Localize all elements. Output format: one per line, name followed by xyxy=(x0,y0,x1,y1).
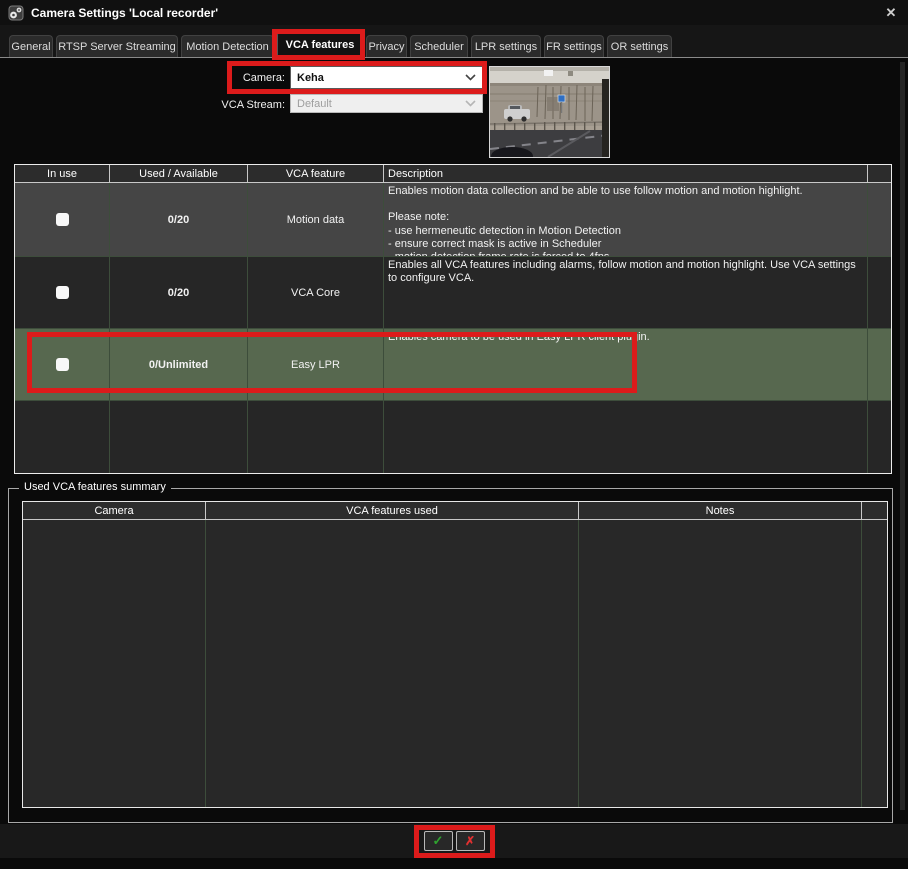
camera-gear-icon xyxy=(8,5,24,21)
camera-dropdown-value: Keha xyxy=(297,72,324,84)
filler-cell xyxy=(868,329,891,400)
empty-cell xyxy=(15,401,110,473)
empty-column xyxy=(23,520,206,807)
chevron-down-icon xyxy=(465,72,476,84)
feature-description: Enables motion data collection and be ab… xyxy=(384,183,868,256)
header-vca-features-used: VCA features used xyxy=(206,502,579,520)
camera-label: Camera: xyxy=(165,72,285,84)
tab-lpr-settings[interactable]: LPR settings xyxy=(471,35,541,57)
header-camera: Camera xyxy=(23,502,206,520)
feature-row-motion-data[interactable]: 0/20 Motion data Enables motion data col… xyxy=(15,183,891,257)
window-title: Camera Settings 'Local recorder' xyxy=(31,6,218,20)
filler-cell xyxy=(868,401,891,473)
in-use-checkbox[interactable] xyxy=(56,213,69,226)
header-notes: Notes xyxy=(579,502,862,520)
check-icon: ✓ xyxy=(433,833,444,849)
header-filler xyxy=(862,502,887,520)
tab-strip: General RTSP Server Streaming Motion Det… xyxy=(0,25,908,58)
tab-privacy[interactable]: Privacy xyxy=(366,35,407,57)
header-in-use: In use xyxy=(15,165,110,183)
ok-button[interactable]: ✓ xyxy=(424,831,453,851)
tab-or-settings[interactable]: OR settings xyxy=(607,35,672,57)
camera-preview-image xyxy=(489,66,610,158)
header-description: Description xyxy=(384,165,868,183)
tab-rtsp-server-streaming[interactable]: RTSP Server Streaming xyxy=(56,35,178,57)
feature-row-easy-lpr[interactable]: 0/Unlimited Easy LPR Enables camera to b… xyxy=(15,329,891,401)
feature-description: Enables all VCA features including alarm… xyxy=(384,257,868,328)
feature-description: Enables camera to be used in Easy LPR cl… xyxy=(384,329,868,400)
groupbox-legend: Used VCA features summary xyxy=(19,481,171,493)
vca-feature-table: In use Used / Available VCA feature Desc… xyxy=(14,164,892,474)
used-vca-features-summary-groupbox: Used VCA features summary Camera VCA fea… xyxy=(8,488,893,823)
camera-settings-window: Camera Settings 'Local recorder' ✕ Gener… xyxy=(0,0,908,869)
empty-column xyxy=(862,520,887,807)
vca-feature-name: VCA Core xyxy=(248,257,384,328)
tab-motion-detection[interactable]: Motion Detection xyxy=(181,35,274,57)
tab-general[interactable]: General xyxy=(9,35,53,57)
close-icon: ✕ xyxy=(886,5,897,20)
used-available-value: 0/20 xyxy=(110,183,248,256)
tab-fr-settings[interactable]: FR settings xyxy=(544,35,604,57)
titlebar: Camera Settings 'Local recorder' ✕ xyxy=(0,0,908,25)
vca-stream-label: VCA Stream: xyxy=(160,99,285,111)
empty-cell xyxy=(384,401,868,473)
in-use-checkbox[interactable] xyxy=(56,358,69,371)
cancel-button[interactable]: ✗ xyxy=(456,831,485,851)
header-vca-feature: VCA feature xyxy=(248,165,384,183)
chevron-down-icon xyxy=(465,98,476,110)
tab-scheduler[interactable]: Scheduler xyxy=(410,35,468,57)
header-filler xyxy=(868,165,891,183)
dialog-button-bar: ✓ ✗ xyxy=(0,824,908,858)
empty-column xyxy=(206,520,579,807)
summary-table-header: Camera VCA features used Notes xyxy=(23,502,887,520)
filler-cell xyxy=(868,257,891,328)
camera-dropdown[interactable]: Keha xyxy=(290,66,483,89)
tab-vca-features[interactable]: VCA features xyxy=(277,31,363,57)
vca-feature-name: Motion data xyxy=(248,183,384,256)
summary-table-body xyxy=(23,520,887,807)
in-use-checkbox[interactable] xyxy=(56,286,69,299)
close-button[interactable]: ✕ xyxy=(882,6,900,19)
used-available-value: 0/Unlimited xyxy=(110,329,248,400)
used-available-value: 0/20 xyxy=(110,257,248,328)
vca-feature-name: Easy LPR xyxy=(248,329,384,400)
vca-stream-dropdown-value: Default xyxy=(297,98,332,110)
vca-stream-dropdown: Default xyxy=(290,94,483,113)
feature-table-header: In use Used / Available VCA feature Desc… xyxy=(15,165,891,183)
empty-cell xyxy=(110,401,248,473)
empty-cell xyxy=(248,401,384,473)
feature-row-empty xyxy=(15,401,891,473)
summary-table: Camera VCA features used Notes xyxy=(22,501,888,808)
empty-column xyxy=(579,520,862,807)
feature-row-vca-core[interactable]: 0/20 VCA Core Enables all VCA features i… xyxy=(15,257,891,329)
x-icon: ✗ xyxy=(465,834,475,848)
filler-cell xyxy=(868,183,891,256)
header-used-available: Used / Available xyxy=(110,165,248,183)
scrollbar[interactable] xyxy=(900,62,905,810)
